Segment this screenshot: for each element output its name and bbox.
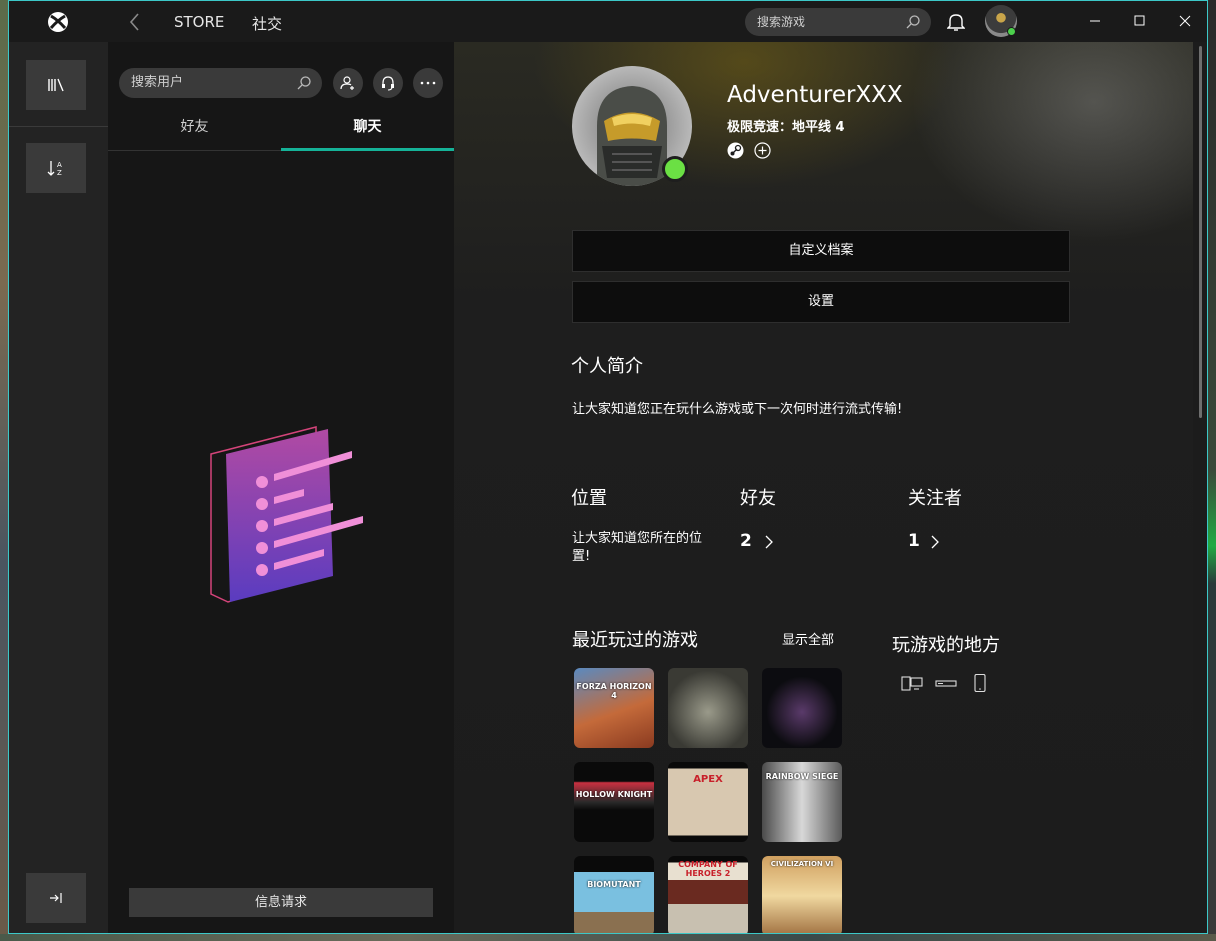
more-options-button[interactable] bbox=[413, 68, 443, 98]
gamertag: AdventurerXXX bbox=[727, 82, 903, 108]
online-status-dot bbox=[1007, 27, 1016, 36]
game-art-text: FORZA HORIZON 4 bbox=[576, 682, 652, 700]
game-tile[interactable] bbox=[668, 668, 748, 748]
svg-text:Z: Z bbox=[57, 169, 62, 177]
title-bar: STORE 社交 搜索游戏 bbox=[9, 1, 1207, 42]
settings-button[interactable]: 设置 bbox=[572, 281, 1070, 323]
profile-scrollbar[interactable] bbox=[1193, 42, 1207, 933]
game-art-text: APEX bbox=[693, 774, 723, 785]
sort-az-icon: A Z bbox=[47, 161, 62, 177]
game-tile[interactable] bbox=[762, 668, 842, 748]
message-requests-button[interactable]: 信息请求 bbox=[129, 888, 433, 917]
bio-text: 让大家知道您正在玩什么游戏或下一次何时进行流式传输! bbox=[572, 402, 903, 417]
online-status-indicator bbox=[662, 156, 688, 182]
desktop-left-edge bbox=[0, 0, 8, 941]
maximize-icon[interactable] bbox=[1130, 11, 1150, 31]
game-tile[interactable]: RAINBOW SIEGE bbox=[762, 762, 842, 842]
steam-icon[interactable] bbox=[727, 142, 744, 159]
party-chat-button[interactable] bbox=[373, 68, 403, 98]
customize-profile-button[interactable]: 自定义档案 bbox=[572, 230, 1070, 272]
add-friend-icon bbox=[340, 76, 354, 90]
now-playing-text: 极限竞速：地平线 4 bbox=[727, 120, 845, 135]
library-button[interactable] bbox=[26, 60, 86, 110]
friends-count[interactable]: 2 bbox=[740, 531, 752, 551]
search-icon bbox=[906, 15, 920, 29]
game-art-text: BIOMUTANT bbox=[587, 880, 641, 889]
game-art-text: COMPANY OF HEROES 2 bbox=[678, 860, 738, 878]
sort-button[interactable]: A Z bbox=[26, 143, 86, 193]
bio-heading: 个人简介 bbox=[571, 356, 643, 377]
game-art-text: HOLLOW KNIGHT bbox=[575, 790, 653, 799]
xbox-logo-icon[interactable] bbox=[47, 11, 69, 33]
game-tile[interactable]: COMPANY OF HEROES 2 bbox=[668, 856, 748, 933]
minimize-icon[interactable] bbox=[1085, 11, 1105, 31]
notification-bell-icon[interactable] bbox=[947, 12, 965, 32]
play-locations-heading: 玩游戏的地方 bbox=[892, 635, 1000, 656]
left-sidebar: A Z bbox=[9, 42, 108, 933]
headset-icon bbox=[382, 76, 394, 91]
back-arrow-icon[interactable] bbox=[125, 11, 145, 33]
desktop-right-edge bbox=[1208, 0, 1216, 941]
game-tile[interactable]: FORZA HORIZON 4 bbox=[574, 668, 654, 748]
tab-active-indicator bbox=[281, 148, 454, 151]
console-icon bbox=[935, 680, 957, 687]
chevron-right-icon[interactable] bbox=[764, 534, 774, 550]
add-account-icon[interactable] bbox=[754, 142, 771, 159]
empty-chat-illustration bbox=[210, 426, 363, 603]
library-icon bbox=[48, 78, 64, 92]
search-users-input[interactable]: 搜索用户 bbox=[119, 68, 322, 98]
more-dots-icon bbox=[420, 81, 436, 85]
scrollbar-thumb[interactable] bbox=[1199, 46, 1202, 418]
profile-page: AdventurerXXX 极限竞速：地平线 4 自定义档案 设置 个人简介 让… bbox=[454, 42, 1193, 933]
collapse-arrow-icon bbox=[50, 893, 62, 903]
search-games-input[interactable]: 搜索游戏 bbox=[745, 8, 931, 36]
user-avatar-button[interactable] bbox=[985, 5, 1017, 37]
game-tile[interactable]: CIVILIZATION VI bbox=[762, 856, 842, 933]
desktop-bottom-edge bbox=[0, 934, 1216, 941]
pc-icon bbox=[901, 676, 923, 691]
friends-heading: 好友 bbox=[740, 488, 776, 509]
chevron-right-icon[interactable] bbox=[930, 534, 940, 550]
search-users-placeholder: 搜索用户 bbox=[131, 75, 184, 90]
collapse-sidebar-button[interactable] bbox=[26, 873, 86, 923]
location-text: 让大家知道您所在的位置! bbox=[572, 531, 703, 564]
svg-text:A: A bbox=[57, 161, 62, 169]
show-all-link[interactable]: 显示全部 bbox=[782, 629, 834, 648]
game-tile[interactable]: APEX bbox=[668, 762, 748, 842]
search-games-placeholder: 搜索游戏 bbox=[757, 15, 806, 29]
game-art-text: RAINBOW SIEGE bbox=[765, 772, 839, 781]
add-friend-button[interactable] bbox=[333, 68, 363, 98]
game-art-text: CIVILIZATION VI bbox=[770, 860, 834, 868]
nav-social-link[interactable]: 社交 bbox=[252, 13, 282, 34]
game-tile[interactable]: HOLLOW KNIGHT bbox=[574, 762, 654, 842]
game-tile[interactable]: BIOMUTANT bbox=[574, 856, 654, 933]
search-icon bbox=[297, 76, 311, 90]
mobile-icon bbox=[974, 674, 986, 692]
location-heading: 位置 bbox=[571, 488, 607, 509]
recent-games-heading: 最近玩过的游戏 bbox=[572, 630, 698, 651]
linked-accounts bbox=[727, 142, 771, 159]
followers-heading: 关注者 bbox=[908, 488, 962, 509]
sidebar-divider bbox=[9, 126, 108, 127]
tab-friends[interactable]: 好友 bbox=[108, 110, 281, 150]
nav-store-link[interactable]: STORE bbox=[174, 13, 224, 31]
platform-icons bbox=[901, 674, 991, 692]
friends-chat-panel: 搜索用户 好友 聊天 信息请求 bbox=[108, 42, 454, 933]
close-icon[interactable] bbox=[1175, 11, 1195, 31]
followers-count[interactable]: 1 bbox=[908, 531, 920, 551]
tab-chat[interactable]: 聊天 bbox=[281, 110, 454, 150]
xbox-app-window: STORE 社交 搜索游戏 A Z 搜索用户 好友 聊天 信息请求 Advent… bbox=[8, 0, 1208, 934]
